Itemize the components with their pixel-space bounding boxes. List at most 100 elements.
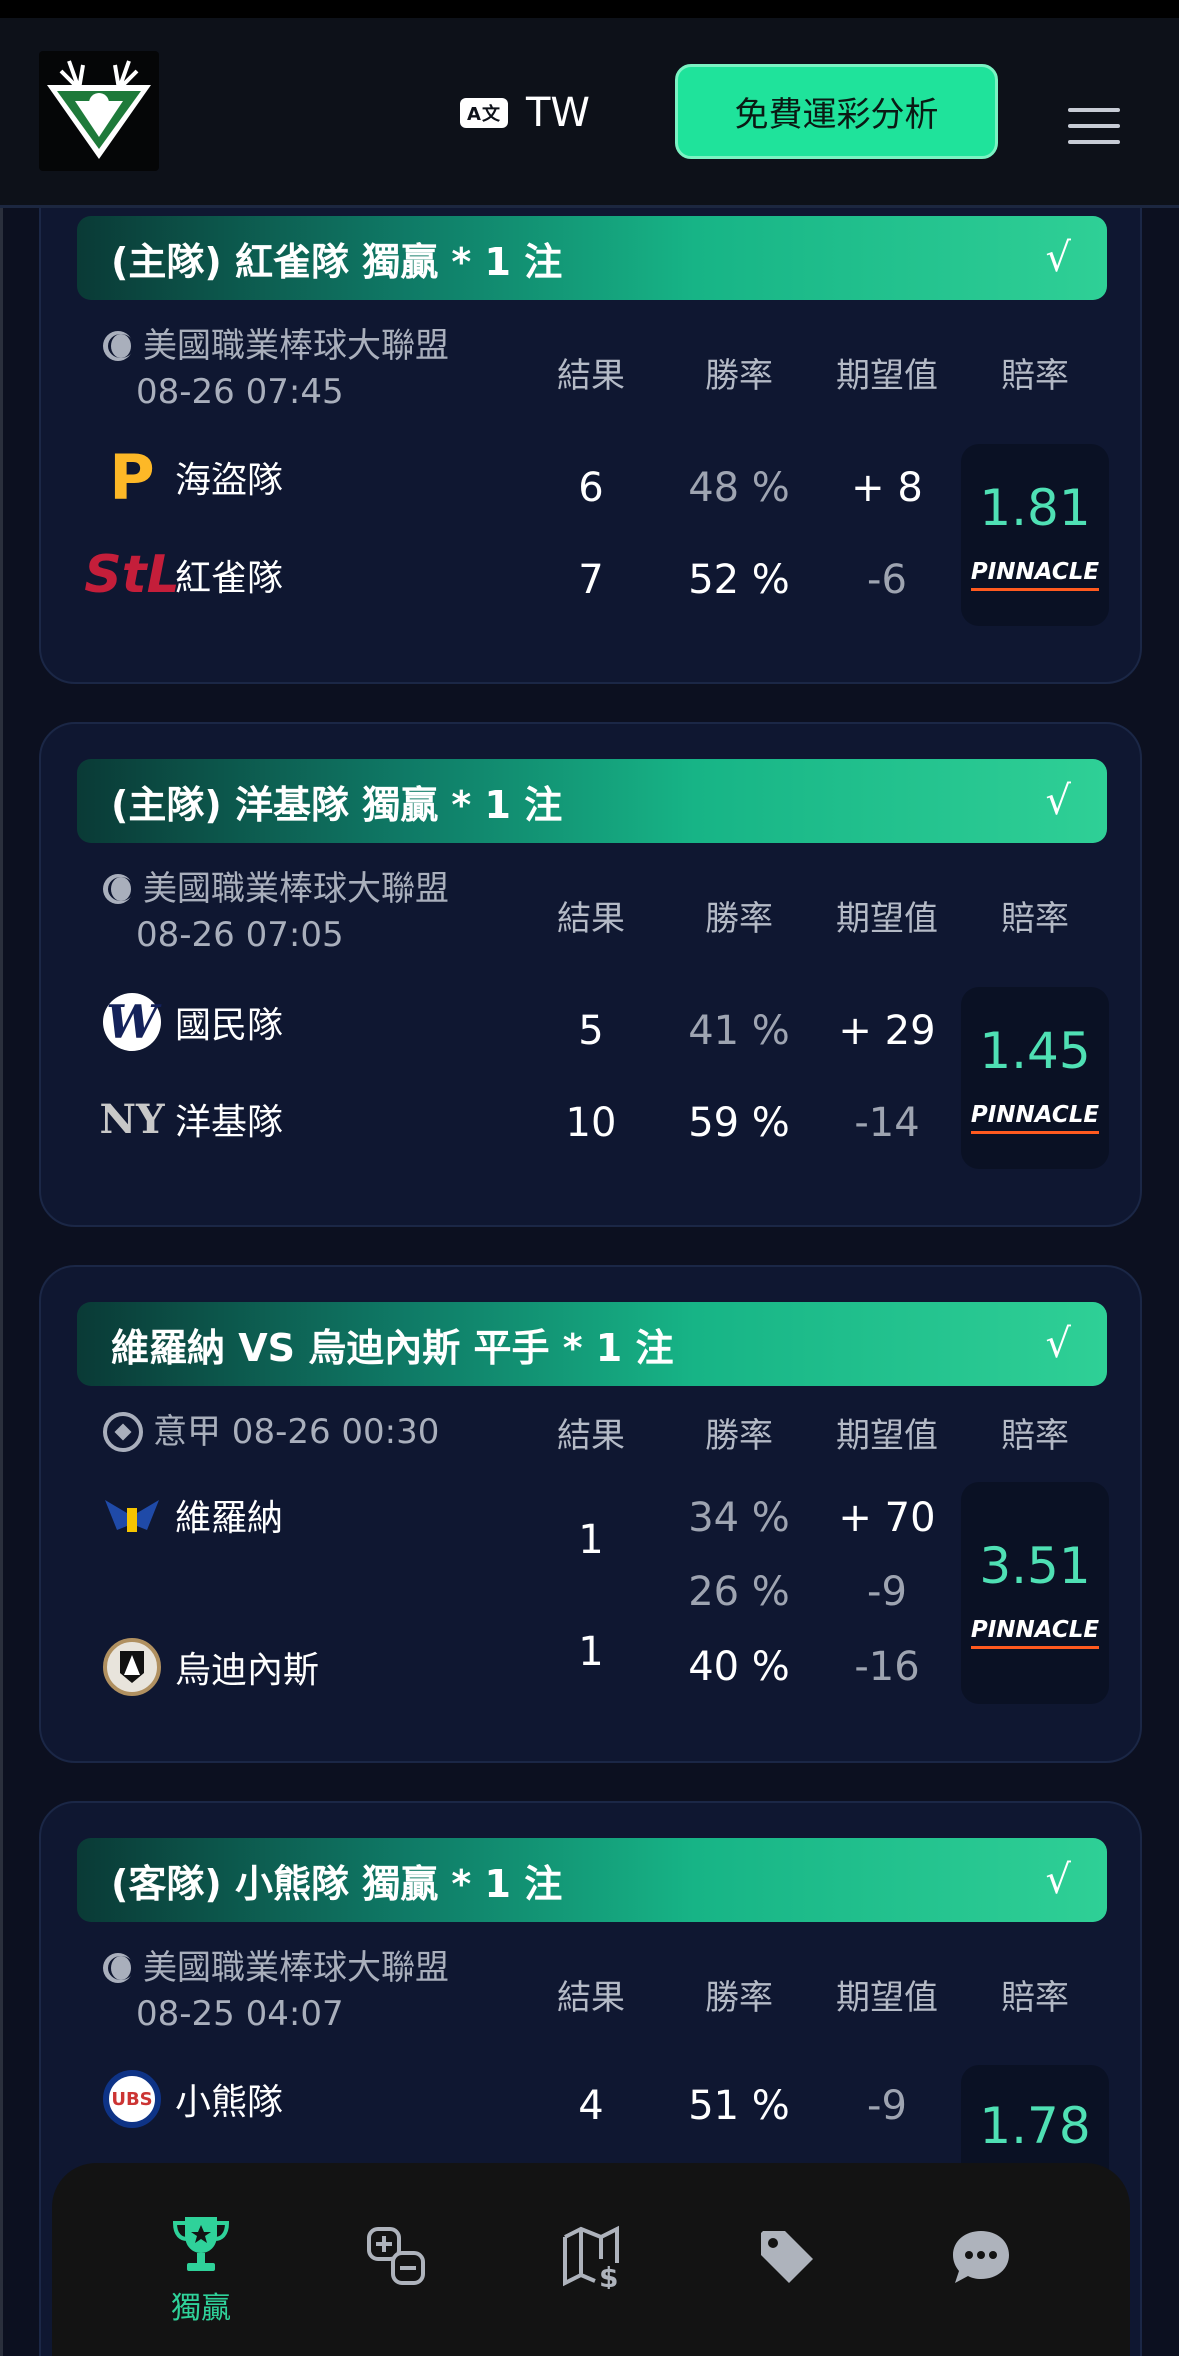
team-ev: -6 [867,557,907,603]
team-result: 10 [565,1100,617,1146]
column-odds: 賠率 [1001,1978,1069,2018]
team-row: W 國民隊 [103,993,283,1051]
team-row: 維羅納 [103,1486,283,1544]
language-switch[interactable]: A文 TW [460,88,590,138]
team-ev: + 70 [838,1495,936,1541]
team-rate: 59 % [688,1100,790,1146]
pinnacle-logo: PINNACLE [970,1102,1100,1134]
app-header: A文 TW 免費運彩分析 [0,18,1179,208]
team-result: 7 [578,557,604,603]
team-result: 5 [578,1008,604,1054]
column-result: 結果 [557,899,625,939]
check-icon: √ [1045,1321,1072,1367]
column-odds: 賠率 [1001,356,1069,396]
team-rate: 40 % [688,1644,790,1690]
bet-card: (主隊) 洋基隊 獨贏 * 1 注 √ 美國職業棒球大聯盟 08-26 07:0… [39,722,1142,1227]
match-time: 08-25 04:07 [136,1994,344,2034]
svg-text:$: $ [599,2261,618,2289]
check-icon: √ [1045,235,1072,281]
team-row: P 海盜隊 [103,440,283,514]
yankees-logo: NY [99,1095,165,1143]
team-row: NY 洋基隊 [99,1090,283,1148]
language-label: TW [526,90,590,136]
bet-banner[interactable]: 維羅納 VS 烏迪內斯 平手 * 1 注 √ [77,1302,1107,1386]
nav-moneyline-label: 獨贏 [171,2291,231,2326]
bet-title: (客隊) 小熊隊 獨贏 * 1 注 [111,1861,563,1906]
trophy-icon [172,2217,230,2271]
plus-minus-icon [367,2227,425,2285]
bottom-navigation: 獨贏 $ [52,2163,1130,2356]
league-label: 意甲 08-26 00:30 [103,1408,439,1456]
team-rate: 52 % [688,557,790,603]
nav-handicap[interactable] [352,2225,442,2289]
league-label: 美國職業棒球大聯盟 [103,865,449,913]
column-result: 結果 [557,1416,625,1456]
match-time: 08-26 07:05 [136,915,344,955]
cardinals-logo: StL [84,545,180,605]
bet-card: (主隊) 紅雀隊 獨贏 * 1 注 √ 美國職業棒球大聯盟 08-26 07:4… [39,150,1142,684]
team-ev: -14 [854,1100,920,1146]
odds-box[interactable]: 1.45 PINNACLE [961,987,1109,1169]
column-ev: 期望值 [836,1978,938,2018]
team-row: UBS 小熊隊 [103,2070,283,2128]
page-edge [0,18,3,2356]
team-ev: + 29 [838,1008,936,1054]
bet-card: 維羅納 VS 烏迪內斯 平手 * 1 注 √ 意甲 08-26 00:30 結果… [39,1265,1142,1763]
column-odds: 賠率 [1001,1416,1069,1456]
column-rate: 勝率 [705,356,773,396]
stag-logo[interactable] [39,51,159,171]
team-result: 1 [578,1629,604,1675]
translate-icon: A文 [460,98,508,128]
team-row: StL 紅雀隊 [84,545,284,605]
column-ev: 期望值 [836,899,938,939]
odds-box[interactable]: 1.81 PINNACLE [961,444,1109,626]
bet-title: (主隊) 洋基隊 獨贏 * 1 注 [111,782,563,827]
nav-tags[interactable] [742,2225,832,2289]
pirates-logo: P [109,440,155,514]
team-ev: -9 [867,2083,907,2129]
verona-logo [103,1486,161,1544]
team-ev: -16 [854,1644,920,1690]
status-bar [0,0,1179,18]
team-rate: 48 % [688,465,790,511]
bet-title: (主隊) 紅雀隊 獨贏 * 1 注 [111,239,563,284]
pinnacle-logo: PINNACLE [970,559,1100,591]
check-icon: √ [1045,1857,1072,1903]
team-rate: 51 % [688,2083,790,2129]
draw-rate: 26 % [688,1569,790,1615]
free-analysis-button[interactable]: 免費運彩分析 [675,64,998,159]
column-result: 結果 [557,356,625,396]
hamburger-menu-icon[interactable] [1068,108,1120,146]
team-ev: + 8 [851,465,923,511]
bet-banner[interactable]: (主隊) 紅雀隊 獨贏 * 1 注 √ [77,216,1107,300]
udinese-logo [103,1638,161,1696]
bet-title: 維羅納 VS 烏迪內斯 平手 * 1 注 [111,1325,674,1370]
baseball-icon [103,1953,134,1983]
team-row: 烏迪內斯 [103,1638,319,1696]
odds-value: 1.78 [979,2097,1091,2155]
odds-value: 1.45 [979,1022,1091,1080]
chat-icon [953,2231,1009,2283]
bet-banner[interactable]: (主隊) 洋基隊 獨贏 * 1 注 √ [77,759,1107,843]
nationals-logo: W [103,993,161,1051]
check-icon: √ [1045,778,1072,824]
league-label: 美國職業棒球大聯盟 [103,1944,449,1992]
soccer-ball-icon [103,1412,143,1452]
team-result: 1 [578,1517,604,1563]
cubs-logo: UBS [103,2070,161,2128]
team-rate: 34 % [688,1495,790,1541]
pinnacle-logo: PINNACLE [970,1617,1100,1649]
odds-value: 1.81 [979,479,1091,537]
nav-moneyline[interactable]: 獨贏 [156,2211,246,2327]
team-result: 4 [578,2083,604,2129]
nav-map[interactable]: $ [548,2225,638,2289]
column-rate: 勝率 [705,1978,773,2018]
match-time: 08-26 07:45 [136,372,344,412]
bet-banner[interactable]: (客隊) 小熊隊 獨贏 * 1 注 √ [77,1838,1107,1922]
league-label: 美國職業棒球大聯盟 [103,322,449,370]
baseball-icon [103,331,134,361]
column-ev: 期望值 [836,1416,938,1456]
odds-box[interactable]: 3.51 PINNACLE [961,1482,1109,1704]
team-result: 6 [578,465,604,511]
nav-chat[interactable] [936,2225,1026,2289]
